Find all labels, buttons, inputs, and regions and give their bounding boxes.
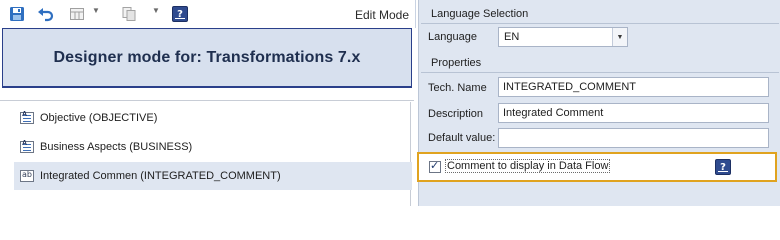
divider [0,100,414,101]
toolbar: ▼ ▼ ? Edit Mode [0,0,416,28]
copy-dropdown-icon[interactable]: ▼ [152,6,160,15]
description-input[interactable]: Integrated Comment [498,103,769,123]
text-field-icon [20,140,34,153]
language-value: EN [504,31,520,43]
language-selection-header: Language Selection [421,4,779,24]
grid-icon[interactable] [68,5,86,23]
language-select[interactable]: EN ▼ [498,27,628,47]
help-icon[interactable]: ? [715,159,731,175]
language-label: Language [428,31,477,43]
grid-dropdown-icon[interactable]: ▼ [92,6,100,15]
abc-field-icon [20,170,34,182]
tech-name-input[interactable]: INTEGRATED_COMMENT [498,77,769,97]
help-icon[interactable]: ? [172,6,188,22]
properties-header: Properties [421,53,779,73]
default-value-input[interactable] [498,128,769,148]
properties-pane: Language Selection Language EN ▼ Propert… [417,0,780,206]
field-label: Business Aspects (BUSINESS) [40,141,193,153]
field-item-business[interactable]: Business Aspects (BUSINESS) [14,133,412,161]
copy-icon[interactable] [120,5,138,23]
tech-name-label: Tech. Name [428,82,487,94]
chevron-down-icon[interactable]: ▼ [612,28,627,46]
bottom-strip [419,184,780,206]
data-flow-checkbox-row: Comment to display in Data Flow ? [417,152,777,182]
data-flow-checkbox-label[interactable]: Comment to display in Data Flow [445,159,611,173]
field-item-objective[interactable]: Objective (OBJECTIVE) [14,104,412,132]
save-icon[interactable] [8,5,26,23]
undo-icon[interactable] [36,5,56,23]
designer-title: Designer mode for: Transformations 7.x [53,48,361,66]
default-value-label: Default value: [428,132,496,144]
text-field-icon [20,111,34,124]
designer-header: Designer mode for: Transformations 7.x [2,28,412,88]
field-item-integrated-comment[interactable]: Integrated Commen (INTEGRATED_COMMENT) [14,162,412,190]
data-flow-checkbox[interactable] [429,159,441,173]
help-glyph: ? [177,8,183,20]
designer-pane: ▼ ▼ ? Edit Mode Designer mode for: Trans… [0,0,416,206]
edit-mode-label: Edit Mode [354,8,409,22]
help-glyph: ? [720,161,726,173]
description-label: Description [428,108,484,120]
field-label: Objective (OBJECTIVE) [40,112,158,124]
field-label: Integrated Commen (INTEGRATED_COMMENT) [40,170,281,182]
